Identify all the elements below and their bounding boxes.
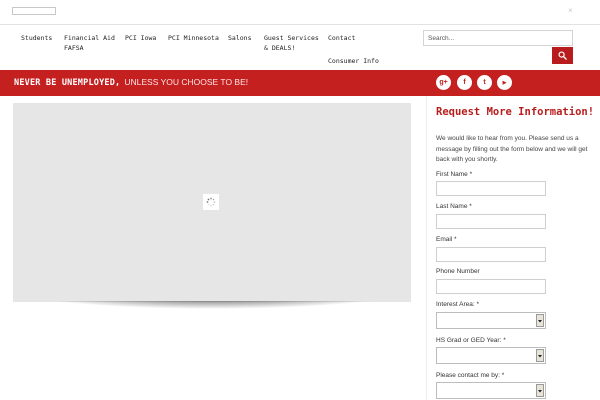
twitter-glyph: t <box>483 79 486 86</box>
first-name-field[interactable] <box>436 181 546 196</box>
last-name-label: Last Name * <box>436 203 472 210</box>
search-button[interactable] <box>552 47 573 64</box>
top-strip: × <box>0 0 600 25</box>
contact-method-label: Please contact me by: * <box>436 372 505 379</box>
sidebar-title: Request More Information! <box>436 106 595 118</box>
last-name-field[interactable] <box>436 214 546 229</box>
nav-item-guest-services[interactable]: Guest Services & DEALS! <box>264 33 319 53</box>
phone-field[interactable] <box>436 279 546 294</box>
twitter-icon[interactable]: t <box>477 75 492 90</box>
google-plus-glyph: g+ <box>439 79 448 86</box>
phone-label: Phone Number <box>436 268 480 275</box>
search-icon <box>558 51 567 60</box>
nav-item-students[interactable]: Students <box>21 33 52 43</box>
chevron-down-icon[interactable] <box>536 314 544 327</box>
slider-shadow <box>22 301 402 323</box>
close-icon[interactable]: × <box>568 6 573 16</box>
sidebar-intro: We would like to hear from you. Please s… <box>436 135 588 163</box>
loading-spinner-icon <box>203 194 219 210</box>
search-input[interactable] <box>423 30 573 46</box>
nav-item-financial-aid[interactable]: Financial Aid FAFSA <box>64 33 115 53</box>
nav-item-pci-minnesota[interactable]: PCI Minnesota <box>168 33 219 43</box>
first-name-label: First Name * <box>436 171 473 178</box>
interest-area-select[interactable] <box>436 312 546 329</box>
nav-item-pci-iowa[interactable]: PCI Iowa <box>125 33 156 43</box>
nav-item-salons[interactable]: Salons <box>228 33 251 43</box>
youtube-icon[interactable]: ▶ <box>497 75 512 90</box>
nav-item-contact[interactable]: Contact <box>328 33 355 43</box>
nav-item-consumer-info[interactable]: Consumer Info <box>328 56 379 66</box>
banner-bold-text: NEVER BE UNEMPLOYED, <box>14 78 121 88</box>
chevron-down-icon[interactable] <box>536 349 544 362</box>
banner-light-text: UNLESS YOU CHOOSE TO BE! <box>124 77 249 87</box>
google-plus-icon[interactable]: g+ <box>436 75 451 90</box>
top-language-box[interactable] <box>12 7 56 15</box>
contact-method-select[interactable] <box>436 382 546 399</box>
chevron-down-icon[interactable] <box>536 384 544 397</box>
email-label: Email * <box>436 236 457 243</box>
hs-grad-year-label: HS Grad or GED Year: * <box>436 337 506 344</box>
email-field[interactable] <box>436 247 546 262</box>
banner-tagline: NEVER BE UNEMPLOYED, UNLESS YOU CHOOSE TO… <box>14 77 248 89</box>
interest-area-label: Interest Area: * <box>436 301 479 308</box>
facebook-glyph: f <box>463 79 466 86</box>
youtube-glyph: ▶ <box>502 79 507 86</box>
facebook-icon[interactable]: f <box>457 75 472 90</box>
hs-grad-year-select[interactable] <box>436 347 546 364</box>
